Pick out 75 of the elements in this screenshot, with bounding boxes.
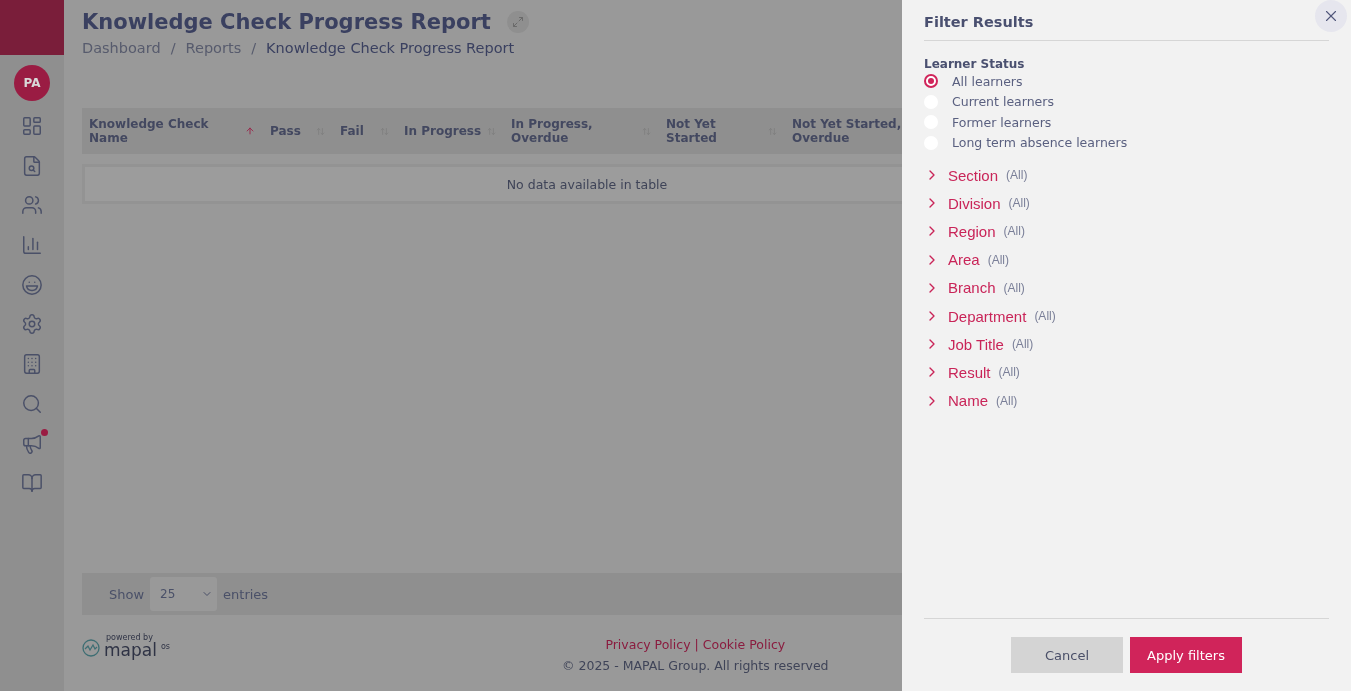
footer-link[interactable]: Privacy Policy bbox=[605, 637, 691, 652]
radio-label: Former learners bbox=[952, 114, 1052, 130]
search-icon[interactable] bbox=[21, 392, 43, 415]
expand-icon bbox=[511, 16, 524, 28]
filter-value: (All) bbox=[1003, 224, 1025, 239]
filter-name: Department bbox=[948, 307, 1027, 325]
filter-toggle[interactable]: Division (All) bbox=[924, 189, 1329, 218]
dashboard-icon[interactable] bbox=[21, 115, 43, 137]
brand-block bbox=[0, 0, 64, 55]
empty-table-message: No data available in table bbox=[82, 164, 902, 204]
filter-value: (All) bbox=[1008, 196, 1030, 211]
copyright-text: © 2025 - MAPAL Group. All rights reserved bbox=[562, 658, 829, 673]
expand-button[interactable] bbox=[506, 11, 529, 33]
filter-value: (All) bbox=[1006, 168, 1028, 183]
filter-name: Name bbox=[948, 392, 988, 410]
filter-toggle[interactable]: Name (All) bbox=[924, 386, 1329, 415]
entries-label: entries bbox=[223, 586, 269, 602]
column-header[interactable]: In Progress, Overdue bbox=[511, 117, 642, 145]
logo-suffix: os bbox=[160, 642, 170, 651]
learner-status-label: Learner Status bbox=[924, 57, 1026, 71]
column-header[interactable]: Not Yet Started bbox=[666, 117, 768, 145]
breadcrumb-link[interactable]: Dashboard bbox=[82, 40, 161, 56]
breadcrumb-separator: / bbox=[251, 40, 257, 56]
document-search-icon[interactable] bbox=[21, 154, 43, 177]
footer-link[interactable]: Cookie Policy bbox=[702, 637, 786, 652]
radio-label: Long term absence learners bbox=[952, 135, 1128, 151]
bar-chart-icon[interactable] bbox=[21, 234, 43, 257]
filter-name: Region bbox=[948, 222, 996, 240]
filter-toggle[interactable]: Department (All) bbox=[924, 301, 1329, 331]
filter-value: (All) bbox=[1011, 337, 1034, 352]
sort-up-icon[interactable] bbox=[245, 126, 255, 136]
column-header[interactable]: Knowledge Check Name bbox=[89, 117, 245, 145]
filter-value: (All) bbox=[1034, 309, 1056, 324]
filter-value: (All) bbox=[996, 393, 1018, 408]
user-avatar[interactable]: PA bbox=[14, 65, 50, 101]
building-icon[interactable] bbox=[21, 353, 43, 376]
radio-label: All learners bbox=[952, 73, 1023, 89]
smiley-icon[interactable] bbox=[21, 273, 43, 296]
show-label: Show bbox=[109, 586, 145, 602]
column-header[interactable]: Pass bbox=[270, 124, 301, 138]
filter-toggle[interactable]: Job Title (All) bbox=[924, 330, 1329, 359]
book-icon[interactable] bbox=[21, 472, 43, 495]
cancel-button[interactable]: Cancel bbox=[1011, 637, 1123, 673]
column-header[interactable]: Fail bbox=[340, 124, 364, 138]
logo-icon bbox=[82, 639, 100, 657]
column-header[interactable]: In Progress bbox=[404, 124, 482, 138]
filter-value: (All) bbox=[1003, 280, 1025, 295]
filter-toggle[interactable]: Section (All) bbox=[924, 161, 1329, 190]
filter-toggle[interactable]: Result (All) bbox=[924, 358, 1329, 387]
radio-button[interactable] bbox=[924, 74, 938, 89]
link-separator: | bbox=[694, 637, 699, 652]
filter-name: Result bbox=[948, 363, 991, 381]
megaphone-icon[interactable] bbox=[21, 432, 43, 455]
filter-value: (All) bbox=[987, 252, 1009, 267]
settings-icon[interactable] bbox=[21, 313, 43, 336]
filter-toggle[interactable]: Region (All) bbox=[924, 217, 1329, 246]
entries-select[interactable]: 25 bbox=[150, 577, 218, 611]
page-title: Knowledge Check Progress Report bbox=[82, 10, 491, 34]
close-button[interactable] bbox=[1315, 0, 1347, 32]
logo-tagline: powered by bbox=[106, 633, 154, 642]
filter-name: Branch bbox=[948, 279, 996, 297]
filter-name: Section bbox=[948, 166, 999, 184]
filter-name: Area bbox=[948, 251, 980, 269]
column-header[interactable]: Not Yet Started, Overdue bbox=[792, 117, 902, 145]
logo-wordmark: mapal bbox=[104, 642, 157, 659]
filter-toggle[interactable]: Area (All) bbox=[924, 245, 1329, 274]
filter-toggle[interactable]: Branch (All) bbox=[924, 273, 1329, 302]
breadcrumb-separator: / bbox=[170, 40, 176, 56]
panel-title: Filter Results bbox=[924, 14, 1329, 41]
filter-value: (All) bbox=[998, 365, 1020, 380]
apply-filters-button[interactable]: Apply filters bbox=[1130, 637, 1242, 673]
radio-label: Current learners bbox=[952, 94, 1054, 110]
people-icon[interactable] bbox=[21, 194, 43, 217]
filter-name: Job Title bbox=[948, 335, 1004, 353]
filter-name: Division bbox=[948, 194, 1001, 212]
